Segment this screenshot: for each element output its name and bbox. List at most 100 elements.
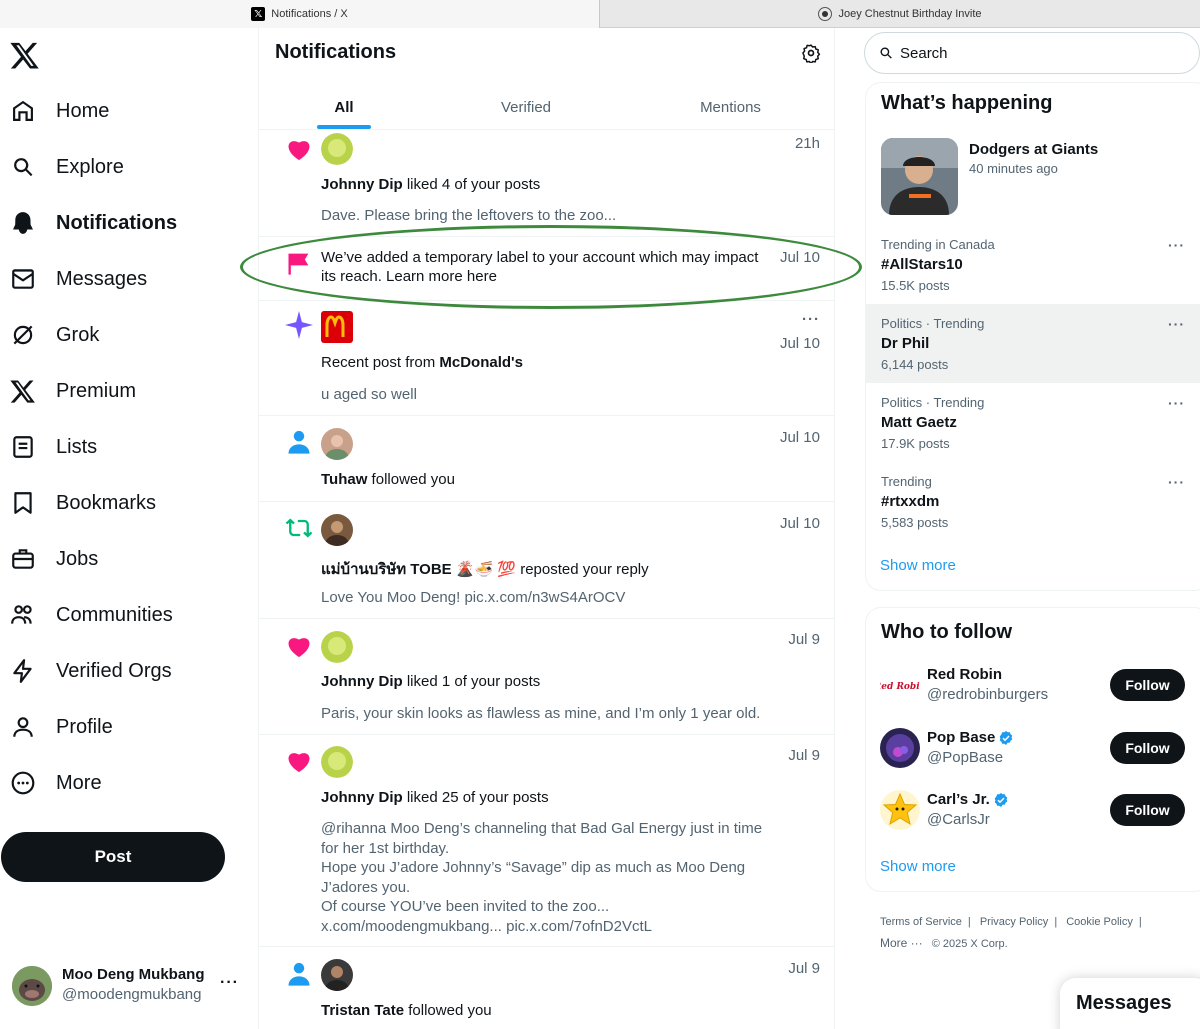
featured-event-image[interactable] bbox=[881, 138, 958, 215]
actor-name[interactable]: Johnny Dip bbox=[321, 789, 403, 806]
actor-name[interactable]: Tuhaw bbox=[321, 471, 367, 488]
show-more-link[interactable]: Show more bbox=[880, 557, 956, 574]
mcdonalds-logo bbox=[321, 311, 353, 343]
heart-icon bbox=[288, 141, 310, 161]
search-input[interactable] bbox=[900, 44, 1180, 62]
actor-name[interactable]: Johnny Dip bbox=[321, 176, 403, 193]
notification-item[interactable]: 21h Johnny Dip liked 4 of your posts Dav… bbox=[259, 130, 834, 237]
notification-item[interactable]: Jul 9 Johnny Dip liked 1 of your posts P… bbox=[259, 619, 834, 735]
red-robin-logo: Red Robin bbox=[880, 665, 920, 705]
trend-count: 17.9K posts bbox=[881, 436, 950, 451]
trend-context: Politics · Trending bbox=[881, 395, 985, 410]
person-follow-icon bbox=[288, 962, 310, 986]
verified-badge-icon bbox=[1000, 730, 1013, 745]
footer-separator: | bbox=[1054, 916, 1058, 928]
trend-item[interactable]: Politics · Trending Matt Gaetz 17.9K pos… bbox=[866, 383, 1200, 462]
nav-lists[interactable]: Lists bbox=[10, 427, 97, 467]
tab-indicator bbox=[317, 125, 371, 129]
trend-item[interactable]: Trending #rtxxdm 5,583 posts ··· bbox=[866, 462, 1200, 541]
heart-icon bbox=[288, 753, 310, 773]
nav-communities[interactable]: Communities bbox=[10, 595, 173, 635]
nav-grok[interactable]: Grok bbox=[10, 315, 99, 355]
nav-profile[interactable]: Profile bbox=[10, 707, 113, 747]
nav-explore[interactable]: Explore bbox=[10, 147, 124, 187]
follow-button[interactable]: Follow bbox=[1110, 732, 1185, 764]
footer-link[interactable]: Terms of Service bbox=[880, 916, 962, 928]
nav-label: Bookmarks bbox=[56, 491, 157, 514]
people-icon bbox=[11, 605, 32, 624]
follow-suggestion[interactable]: Carl’s Jr. @CarlsJr Follow bbox=[880, 790, 1200, 834]
trend-title: #AllStars10 bbox=[881, 256, 963, 273]
whats-happening-card: What’s happening Dodgers at Giants 40 mi… bbox=[865, 82, 1200, 591]
nav-home[interactable]: Home bbox=[10, 91, 109, 131]
actor-name[interactable]: แม่บ้านบริษัท TOBE 🌋🍜 💯 bbox=[321, 561, 516, 578]
nav-more[interactable]: More bbox=[10, 763, 102, 803]
footer-link[interactable]: Privacy Policy bbox=[980, 916, 1048, 928]
nav-jobs[interactable]: Jobs bbox=[10, 539, 98, 579]
trend-count: 6,144 posts bbox=[881, 357, 949, 372]
follow-suggestion[interactable]: Pop Base @PopBase Follow bbox=[880, 728, 1200, 772]
nav-messages[interactable]: Messages bbox=[10, 259, 147, 299]
footer-more-link[interactable]: More ··· bbox=[880, 936, 923, 950]
notification-item[interactable]: Jul 9 Johnny Dip liked 25 of your posts … bbox=[259, 735, 834, 947]
notification-item[interactable]: We’ve added a temporary label to your ac… bbox=[259, 237, 834, 301]
account-name-text: Carl’s Jr. bbox=[927, 791, 990, 808]
follow-suggestion[interactable]: Red Robin Red Robin @redrobinburgers Fol… bbox=[880, 665, 1200, 709]
notification-item[interactable]: Jul 9 Tristan Tate followed you bbox=[259, 947, 834, 1029]
show-more-link[interactable]: Show more bbox=[880, 858, 956, 875]
actor-name[interactable]: Johnny Dip bbox=[321, 673, 403, 690]
x-logo-icon[interactable] bbox=[10, 40, 40, 70]
nav-label: Verified Orgs bbox=[56, 659, 172, 682]
post-preview: u aged so well bbox=[321, 386, 417, 403]
nav-bookmarks[interactable]: Bookmarks bbox=[10, 483, 156, 523]
notification-item[interactable]: Jul 10 Tuhaw followed you bbox=[259, 416, 834, 502]
copyright: © 2025 X Corp. bbox=[931, 938, 1008, 950]
nav-label: More bbox=[56, 771, 102, 794]
timestamp: Jul 10 bbox=[779, 335, 820, 352]
nav-label: Messages bbox=[56, 267, 148, 290]
more-icon[interactable]: ··· bbox=[1168, 474, 1185, 490]
notification-item[interactable]: ··· Jul 10 Recent post from McDonald's u… bbox=[259, 301, 834, 416]
timestamp: Jul 10 bbox=[779, 429, 820, 446]
nav-notifications[interactable]: Notifications bbox=[10, 203, 177, 243]
trend-item[interactable]: Politics · Trending Dr Phil 6,144 posts … bbox=[866, 304, 1200, 383]
search-box[interactable] bbox=[864, 32, 1200, 74]
label-notice-text[interactable]: its reach. Learn more here bbox=[321, 268, 497, 285]
post-preview-line: J’adores you. bbox=[321, 878, 411, 896]
nav-verified-orgs[interactable]: Verified Orgs bbox=[10, 651, 172, 691]
featured-event-title[interactable]: Dodgers at Giants bbox=[969, 141, 1098, 158]
post-button[interactable]: Post bbox=[1, 832, 225, 882]
more-icon[interactable]: ··· bbox=[1168, 237, 1185, 253]
post-preview-line: @rihanna Moo Deng’s channeling that Bad … bbox=[321, 820, 763, 837]
nav-label: Home bbox=[56, 99, 110, 122]
tab-all[interactable]: All bbox=[289, 84, 399, 130]
list-icon bbox=[13, 436, 33, 458]
actor-name[interactable]: McDonald's bbox=[439, 354, 523, 371]
notification-item[interactable]: Jul 10 แม่บ้านบริษัท TOBE 🌋🍜 💯 reposted … bbox=[259, 502, 834, 619]
follow-button[interactable]: Follow bbox=[1110, 794, 1185, 826]
verified-badge-icon bbox=[994, 792, 1008, 807]
browser-tab-notifications[interactable]: 𝕏 Notifications / X bbox=[0, 0, 600, 28]
more-icon[interactable]: ··· bbox=[1168, 316, 1185, 332]
browser-tab-invite[interactable]: Joey Chestnut Birthday Invite bbox=[600, 0, 1200, 28]
tab-verified[interactable]: Verified bbox=[471, 84, 581, 130]
more-icon[interactable]: ··· bbox=[802, 311, 820, 328]
trend-item[interactable]: Trending in Canada #AllStars10 15.5K pos… bbox=[866, 225, 1200, 304]
actor-name[interactable]: Tristan Tate bbox=[321, 1002, 404, 1019]
tab-mentions[interactable]: Mentions bbox=[673, 84, 788, 130]
nav-premium[interactable]: Premium bbox=[10, 371, 136, 411]
follow-button[interactable]: Follow bbox=[1110, 669, 1185, 701]
footer-separator: | bbox=[1138, 916, 1142, 928]
footer-link[interactable]: Cookie Policy bbox=[1066, 916, 1133, 928]
more-icon[interactable]: ··· bbox=[1168, 395, 1185, 411]
notification-text: Johnny Dip liked 4 of your posts bbox=[321, 176, 540, 193]
gear-icon[interactable] bbox=[801, 43, 821, 63]
nav-label: Profile bbox=[56, 715, 113, 738]
notification-text: Johnny Dip liked 25 of your posts bbox=[321, 789, 549, 806]
browser-tab-bar: 𝕏 Notifications / X Joey Chestnut Birthd… bbox=[0, 0, 1200, 28]
account-switcher[interactable]: Moo Deng Mukbang @moodengmukbang ··· bbox=[12, 966, 252, 1006]
avatar bbox=[321, 746, 353, 778]
messages-drawer[interactable]: Messages bbox=[1060, 978, 1200, 1029]
more-circle-icon bbox=[11, 771, 35, 795]
post-preview: Paris, your skin looks as flawless as mi… bbox=[321, 705, 761, 722]
